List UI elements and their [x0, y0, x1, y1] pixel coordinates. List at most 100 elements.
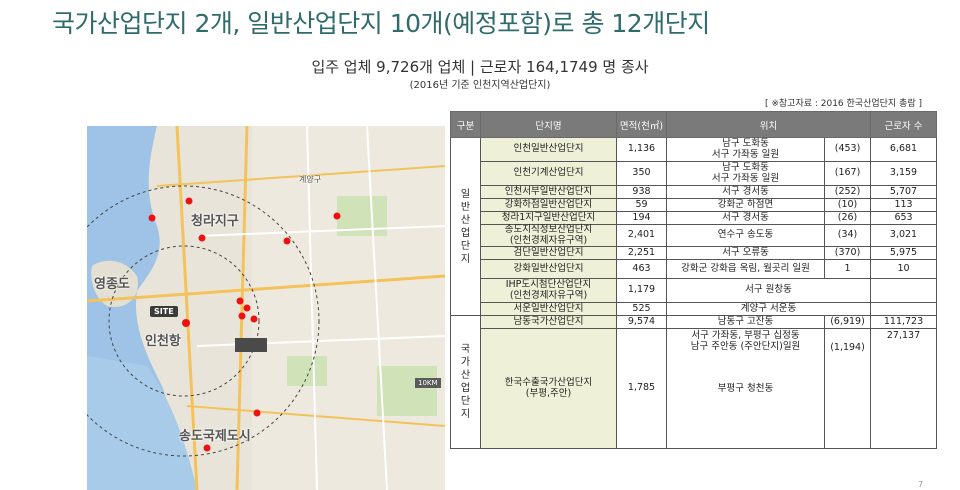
area-cell: 2,251 — [616, 246, 667, 260]
firm-count-cell: (453) — [823, 137, 872, 162]
map-label-incheon-port: 인천항 — [145, 334, 181, 349]
worker-count-cell: 27,137 — [870, 328, 938, 449]
location-cell: 서구 원창동 — [665, 278, 872, 303]
header-area: 면적(천㎡) — [616, 111, 667, 138]
complex-name-cell: 남동국가산업단지 — [480, 315, 617, 329]
table-row: IHP도시첨단산업단지 (인천경제자유구역) 1,179 서구 원창동 — [451, 278, 938, 303]
page-number: 7 — [918, 480, 924, 489]
worker-count-cell: 111,723 — [870, 315, 938, 329]
complex-name-cell: 인천서부일반산업단지 — [480, 185, 617, 199]
complex-name-cell: 강화일반산업단지 — [480, 259, 617, 279]
worker-count-cell: 653 — [870, 211, 938, 225]
complex-marker — [185, 197, 193, 205]
location-cell: 연수구 송도동 — [666, 224, 825, 247]
table-row: 인천서부일반산업단지 938 서구 경서동 (252) 5,707 — [451, 185, 938, 199]
site-badge[interactable]: SITE — [150, 306, 178, 317]
map-overlay-box — [235, 338, 267, 352]
area-cell: 1,179 — [616, 278, 667, 303]
header-name: 단지명 — [480, 111, 617, 138]
firm-count-cell: (370) — [823, 246, 872, 260]
complex-marker — [148, 214, 156, 222]
table-body: 일반산업단지 인천일반산업단지 1,136 남구 도화동 서구 가좌동 일원 (453)… — [450, 137, 938, 449]
complex-marker — [238, 312, 246, 320]
park-3 — [377, 366, 437, 416]
firm-count-cell: (34) — [823, 224, 872, 247]
complex-name-cell: 서운일반산업단지 — [480, 302, 617, 316]
worker-count-cell: 3,159 — [870, 161, 938, 186]
worker-count-cell: 113 — [870, 198, 938, 212]
complex-name-cell: 한국수출국가산업단지 (부평,주안) — [480, 328, 617, 449]
location-cell: 남동구 고잔동 — [666, 315, 825, 329]
complex-marker — [198, 234, 206, 242]
complex-marker — [203, 444, 211, 452]
header-location: 위치 — [665, 111, 872, 138]
location-cell: 남구 도화동 서구 가좌동 일원 — [666, 137, 825, 162]
worker-count-cell — [870, 302, 938, 316]
land-east — [252, 126, 445, 490]
worker-count-cell — [870, 278, 938, 303]
summary-note: (2016년 기준 인천지역산업단지) — [409, 80, 551, 91]
map-graphic — [87, 126, 445, 490]
location-cell: 서구 오류동 — [666, 246, 825, 260]
area-cell: 938 — [616, 185, 667, 199]
park-2 — [287, 356, 327, 386]
table-row: 국가산업단지 남동국가산업단지 9,574 남동구 고잔동 (6,919) 111,723 — [450, 315, 938, 449]
firm-count-cell: 1 — [823, 259, 872, 279]
firm-count-cell: (10) — [823, 198, 872, 212]
complex-name-cell: 강화하점일반산업단지 — [480, 198, 617, 212]
category-cell: 일반산업단지 — [450, 137, 481, 316]
summary-line: 입주 업체 9,726개 업체 | 근로자 164,1749 명 종사 — [311, 58, 649, 76]
slide: { "header": { "title": "국가산업단지 2개, 일반산업단… — [0, 0, 960, 490]
worker-count-cell: 5,975 — [870, 246, 938, 260]
complex-name-cell: 검단일반산업단지 — [480, 246, 617, 260]
area-cell: 1,136 — [616, 137, 667, 162]
area-cell: 1,785 — [616, 328, 667, 449]
complex-name-cell: 송도지식정보산업단지 (인천경제자유구역) — [480, 224, 617, 247]
table-row: 인천기계산업단지 350 남구 도화동 서구 가좌동 일원 (167) 3,159 — [451, 161, 938, 186]
firm-count-cell: (252) — [823, 185, 872, 199]
location-cell: 서구 가좌동, 부평구 십정동 남구 주안동 (주안단지)일원 부평구 청천동 — [666, 328, 825, 449]
table-row: 강화일반산업단지 463 강화군 강화읍 옥림, 월곳리 일원 1 10 — [451, 259, 938, 279]
complex-marker — [283, 237, 291, 245]
table-row: 검단일반산업단지 2,251 서구 오류동 (370) 5,975 — [451, 246, 938, 260]
map-label-songdo: 송도국제도시 — [179, 429, 251, 444]
worker-count-cell: 10 — [870, 259, 938, 279]
reference-note: [ ※참고자료 : 2016 한국산업단지 총람 ] — [764, 99, 922, 109]
table-row: 서운일반산업단지 525 계양구 서운동 — [451, 302, 938, 316]
location-cell: 강화군 하점면 — [666, 198, 825, 212]
industrial-complex-table: 구분 단지명 면적(천㎡) 위치 근로자 수 일반산업단지 인천일반산업단지 1,1… — [450, 111, 938, 449]
category-cell: 국가산업단지 — [450, 315, 481, 449]
table-row: 일반산업단지 인천일반산업단지 1,136 남구 도화동 서구 가좌동 일원 (453)… — [450, 137, 938, 316]
header-workers: 근로자 수 — [870, 111, 938, 138]
worker-count-cell: 6,681 — [870, 137, 938, 162]
location-cell: 강화군 강화읍 옥림, 월곳리 일원 — [666, 259, 825, 279]
complex-marker — [236, 297, 244, 305]
location-cell: 서구 경서동 — [666, 211, 825, 225]
worker-count-cell: 5,707 — [870, 185, 938, 199]
sea-area-south — [87, 356, 197, 490]
area-cell: 9,574 — [616, 315, 667, 329]
table-row: 강화하점일반산업단지 59 강화군 하점면 (10) 113 — [451, 198, 938, 212]
map-label-yeongjong: 영종도 — [94, 277, 130, 292]
complex-name-cell: IHP도시첨단산업단지 (인천경제자유구역) — [480, 278, 617, 303]
firm-count-cell: (26) — [823, 211, 872, 225]
table-header-row: 구분 단지명 면적(천㎡) 위치 근로자 수 — [450, 111, 938, 138]
location-cell: 서구 경서동 — [666, 185, 825, 199]
complex-name-cell: 인천일반산업단지 — [480, 137, 617, 162]
complex-name-cell: 인천기계산업단지 — [480, 161, 617, 186]
area-cell: 194 — [616, 211, 667, 225]
area-cell: 463 — [616, 259, 667, 279]
site-marker — [182, 319, 190, 327]
industrial-complex-map[interactable]: 청라지구 영종도 인천항 송도국제도시 계양구 SITE 10KM — [87, 126, 445, 490]
firm-count-cell: (6,919) — [823, 315, 872, 329]
header-category: 구분 — [450, 111, 481, 138]
firm-count-cell: (1,194) — [823, 328, 872, 449]
map-label-gyeyang: 계양구 — [299, 175, 322, 184]
complex-marker — [250, 315, 258, 323]
table-row: 송도지식정보산업단지 (인천경제자유구역) 2,401 연수구 송도동 (34) 3,0… — [451, 224, 938, 247]
complex-marker — [253, 409, 261, 417]
complex-marker — [333, 212, 341, 220]
firm-count-cell: (167) — [823, 161, 872, 186]
page-title: 국가산업단지 2개, 일반산업단지 10개(예정포함)로 총 12개단지 — [52, 9, 710, 38]
table-row: 한국수출국가산업단지 (부평,주안) 1,785 서구 가좌동, 부평구 십정동 남… — [451, 328, 938, 449]
